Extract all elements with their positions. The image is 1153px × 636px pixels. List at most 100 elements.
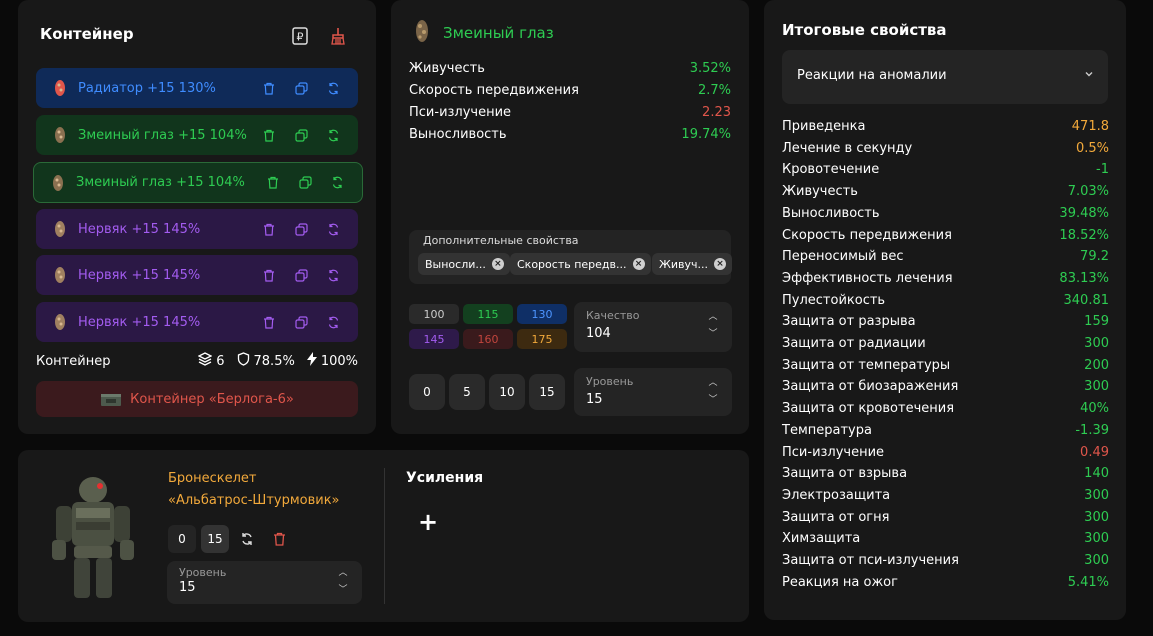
ruble-icon[interactable]: ₽ (290, 26, 310, 46)
copy-icon[interactable] (292, 266, 310, 284)
level-preset-5[interactable]: 5 (449, 374, 485, 410)
stat-value: 300 (1084, 487, 1109, 503)
artifact-row-label: Нервяк +15 145% (78, 221, 201, 237)
chip-remove-icon[interactable]: × (713, 258, 726, 270)
total-stat-row: Защита от радиации 300 (782, 336, 1109, 351)
quality-preset-160[interactable]: 160 (463, 329, 513, 349)
exoskeleton-image (46, 474, 140, 606)
suit-name: Бронескелет «Альбатрос-Штурмовик» (168, 471, 340, 508)
trash-icon[interactable] (260, 313, 278, 331)
swap-icon[interactable] (324, 220, 342, 238)
level-stepper[interactable]: Уровень 15 ︿ ﹀ (574, 368, 732, 416)
swap-icon[interactable] (233, 525, 261, 553)
copy-icon[interactable] (296, 174, 314, 192)
total-stat-row: Защита от огня 300 (782, 510, 1109, 525)
chevron-down-icon[interactable]: ﹀ (708, 326, 717, 339)
quality-preset-100[interactable]: 100 (409, 304, 459, 324)
total-stat-row: Переносимый вес 79.2 (782, 249, 1109, 264)
total-stat-row: Пулестойкость 340.81 (782, 293, 1109, 308)
artifact-name: Змеиный глаз (443, 24, 554, 42)
quality-preset-175[interactable]: 175 (517, 329, 567, 349)
trash-icon[interactable] (260, 126, 278, 144)
chip-remove-icon[interactable]: × (632, 258, 645, 270)
copy-icon[interactable] (292, 313, 310, 331)
container-panel: Контейнер ₽ Радиатор +15 130% Змеиный гла… (18, 0, 376, 434)
extra-properties: Дополнительные свойства Выносли... × Скор… (409, 230, 732, 284)
trash-icon[interactable] (264, 174, 282, 192)
stat-name: Переносимый вес (782, 249, 904, 265)
total-stat-row: Защита от биозаражения 300 (782, 379, 1109, 394)
chevron-up-icon[interactable]: ︿ (708, 375, 717, 388)
container-artifact-row[interactable]: Радиатор +15 130% (36, 68, 358, 108)
container-artifact-row[interactable]: Нервяк +15 145% (36, 302, 358, 342)
svg-text:₽: ₽ (297, 31, 304, 44)
extra-chip[interactable]: Живуч... × (652, 253, 732, 275)
stat-name: Выносливость (782, 205, 880, 221)
trash-icon[interactable] (260, 220, 278, 238)
copy-icon[interactable] (292, 79, 310, 97)
copy-icon[interactable] (292, 220, 310, 238)
protection-stat: 78.5% (237, 352, 295, 370)
add-upgrade-button[interactable]: + (418, 508, 438, 536)
total-stat-row: Защита от пси-излучения 300 (782, 553, 1109, 568)
stat-name: Кровотечение (782, 162, 880, 178)
quality-preset-115[interactable]: 115 (463, 304, 513, 324)
trash-icon[interactable] (260, 79, 278, 97)
broom-clear-icon[interactable] (328, 26, 348, 46)
total-stat-row: Эффективность лечения 83.13% (782, 271, 1109, 286)
quality-stepper[interactable]: Качество 104 ︿ ﹀ (574, 302, 732, 352)
quality-preset-130[interactable]: 130 (517, 304, 567, 324)
container-select-button[interactable]: Контейнер «Берлога-6» (36, 381, 358, 417)
swap-icon[interactable] (324, 313, 342, 331)
stat-value: 79.2 (1080, 249, 1109, 265)
chevron-down-icon[interactable]: ﹀ (708, 392, 717, 405)
stat-value: 300 (1084, 336, 1109, 351)
category-dropdown[interactable]: Реакции на аномалии (782, 50, 1108, 104)
quality-preset-145[interactable]: 145 (409, 329, 459, 349)
chevron-down-icon[interactable]: ﹀ (338, 582, 347, 595)
extra-properties-label: Дополнительные свойства (423, 234, 579, 247)
stat-value: 0.49 (1080, 444, 1109, 460)
swap-icon[interactable] (324, 266, 342, 284)
container-artifact-row[interactable]: Нервяк +15 145% (36, 209, 358, 249)
stat-name: Пулестойкость (782, 292, 886, 308)
trash-icon[interactable] (260, 266, 278, 284)
stat-name: Температура (782, 422, 872, 438)
level-preset-0[interactable]: 0 (409, 374, 445, 410)
stat-value: 300 (1084, 379, 1109, 395)
total-stat-row: Выносливость 39.48% (782, 206, 1109, 221)
stat-name: Химзащита (782, 531, 861, 547)
stat-value: 300 (1084, 553, 1109, 568)
stat-value: 5.41% (1067, 574, 1109, 590)
artifact-stat-row: Пси-излучение 2.23 (409, 105, 731, 120)
artifact-row-label: Нервяк +15 145% (78, 314, 201, 330)
copy-icon[interactable] (292, 126, 310, 144)
stat-name: Пси-излучение (782, 444, 885, 460)
quality-value: 104 (586, 326, 611, 341)
suit-level-stepper[interactable]: Уровень 15 ︿ ﹀ (167, 561, 362, 604)
suit-level-min-button[interactable]: 0 (168, 525, 196, 553)
level-preset-15[interactable]: 15 (529, 374, 565, 410)
chevron-up-icon[interactable]: ︿ (338, 565, 347, 578)
level-preset-10[interactable]: 10 (489, 374, 525, 410)
trash-icon[interactable] (265, 525, 293, 553)
extra-chip[interactable]: Скорость передв... × (510, 253, 651, 275)
swap-icon[interactable] (324, 79, 342, 97)
stat-value: 471.8 (1071, 119, 1109, 134)
totals-title: Итоговые свойства (782, 21, 947, 39)
radiator-artifact-icon (50, 78, 70, 98)
totals-panel: Итоговые свойства Реакции на аномалии Пр… (764, 0, 1126, 620)
stat-name: Защита от разрыва (782, 314, 916, 330)
suit-level-max-button[interactable]: 15 (201, 525, 229, 553)
total-stat-row: Защита от разрыва 159 (782, 314, 1109, 329)
artifact-row-label: Змеиный глаз +15 104% (78, 127, 247, 143)
extra-chip[interactable]: Выносли... × (418, 253, 510, 275)
container-artifact-row[interactable]: Нервяк +15 145% (36, 255, 358, 295)
chip-remove-icon[interactable]: × (491, 258, 504, 270)
container-artifact-row[interactable]: Змеиный глаз +15 104% (33, 162, 363, 203)
swap-icon[interactable] (324, 126, 342, 144)
swap-icon[interactable] (328, 174, 346, 192)
container-artifact-row[interactable]: Змеиный глаз +15 104% (36, 115, 358, 155)
chevron-up-icon[interactable]: ︿ (708, 309, 717, 322)
stat-value: 159 (1084, 314, 1109, 330)
